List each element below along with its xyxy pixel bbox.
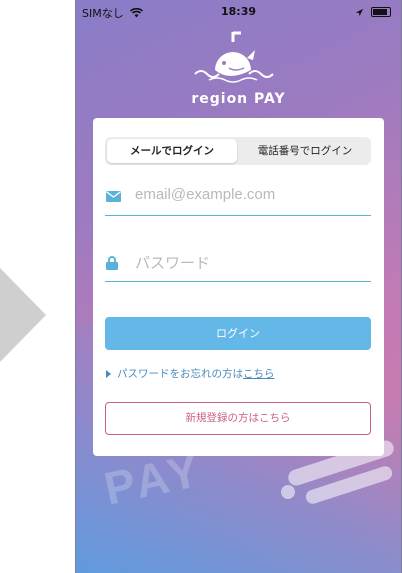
next-step-arrow [0, 268, 46, 362]
location-arrow-icon [355, 8, 363, 16]
phone-screen: SIMなし 18:39 region PAY PAY メールでログイン 電話番号… [75, 0, 402, 573]
battery-icon [371, 7, 391, 17]
status-time: 18:39 [220, 5, 256, 18]
brand-name: region PAY [191, 91, 286, 107]
whale-logo-icon [194, 31, 274, 83]
forgot-text: パスワードをお忘れの方は [117, 368, 243, 380]
email-field[interactable]: email@example.com [105, 181, 371, 216]
email-placeholder: email@example.com [135, 186, 276, 203]
password-field[interactable]: パスワード [105, 247, 371, 282]
triangle-right-icon [106, 370, 111, 378]
status-bar: SIMなし 18:39 [76, 0, 401, 22]
forgot-password: パスワードをお忘れの方はこちら [106, 366, 275, 381]
password-placeholder: パスワード [135, 255, 211, 272]
login-card: メールでログイン 電話番号でログイン email@example.com パスワ… [93, 118, 384, 456]
lock-icon [106, 256, 118, 270]
tab-phone-login[interactable]: 電話番号でログイン [239, 137, 371, 165]
forgot-password-link[interactable]: こちら [243, 368, 275, 380]
login-button[interactable]: ログイン [105, 317, 371, 350]
tab-email-login[interactable]: メールでログイン [107, 139, 237, 163]
background-decoration [279, 483, 297, 501]
register-button[interactable]: 新規登録の方はこちら [105, 402, 371, 435]
mail-icon [106, 191, 121, 202]
login-method-switch: メールでログイン 電話番号でログイン [105, 137, 371, 165]
status-right [355, 5, 391, 18]
